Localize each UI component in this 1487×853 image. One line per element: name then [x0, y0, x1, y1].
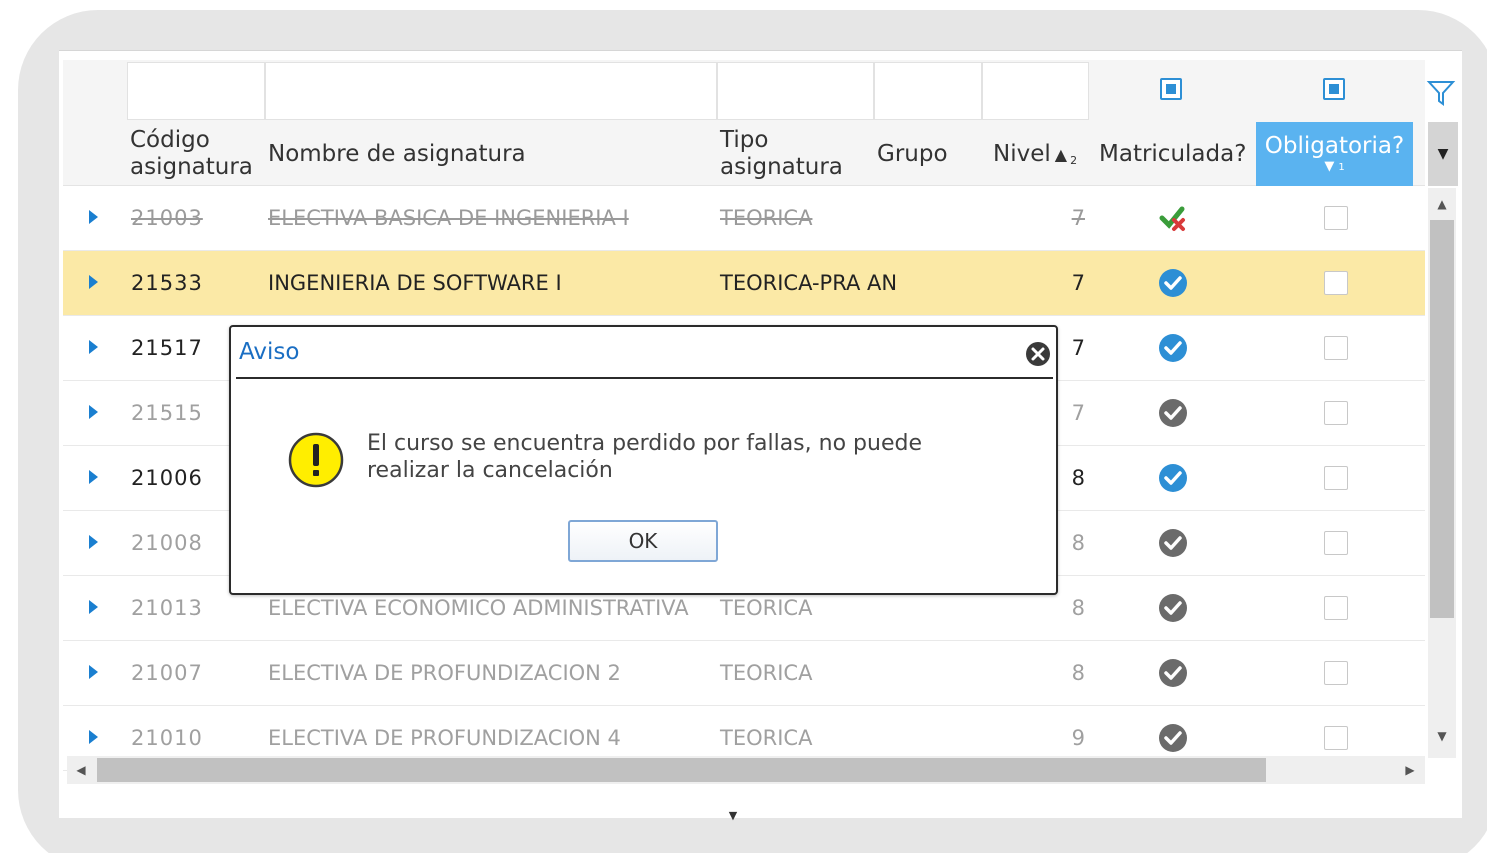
check-blue-icon: [1159, 269, 1187, 297]
check-gray-icon: [1159, 724, 1187, 752]
check-red-x-icon: [1159, 206, 1185, 231]
filter-grupo[interactable]: [874, 62, 982, 120]
table-row[interactable]: 21533 INGENIERIA DE SOFTWARE I TEORICA-PRA…: [63, 251, 1425, 316]
cell-nivel: 7: [1071, 206, 1085, 230]
filter-nombre[interactable]: [265, 62, 717, 120]
scroll-right-icon[interactable]: ▶: [1396, 756, 1424, 784]
scroll-down-icon[interactable]: ▼: [1428, 722, 1456, 750]
table-row[interactable]: 21007 ELECTIVA DE PROFUNDIZACION 2 TEORICA…: [63, 641, 1425, 706]
cell-codigo: 21007: [131, 661, 203, 685]
expand-row-icon[interactable]: [89, 470, 98, 484]
dialog-message: El curso se encuentra perdido por fallas…: [367, 431, 922, 483]
col-header-tipo[interactable]: Tipo asignatura: [720, 122, 870, 186]
table-row[interactable]: 21003 ELECTIVA BASICA DE INGENIERIA I TEOR…: [63, 186, 1425, 251]
obligatoria-checkbox[interactable]: [1324, 401, 1348, 425]
check-gray-icon: [1159, 594, 1187, 622]
cell-nombre: ELECTIVA BASICA DE INGENIERIA I: [268, 206, 629, 230]
cell-tipo: TEORICA: [720, 661, 813, 685]
obligatoria-checkbox[interactable]: [1324, 596, 1348, 620]
sort-asc-icon: ▲: [1054, 144, 1068, 164]
select-all-matriculada-icon[interactable]: [1160, 78, 1182, 100]
scroll-left-icon[interactable]: ◀: [67, 756, 95, 784]
expand-row-icon[interactable]: [89, 600, 98, 614]
obligatoria-checkbox[interactable]: [1324, 336, 1348, 360]
alert-dialog: Aviso El curso se encuentra perdido por …: [229, 325, 1058, 595]
cell-nombre: ELECTIVA DE PROFUNDIZACION 2: [268, 661, 621, 685]
filter-codigo[interactable]: [127, 62, 265, 120]
scroll-up-icon[interactable]: ▲: [1428, 190, 1456, 218]
dialog-title: Aviso: [239, 339, 300, 365]
cell-codigo: 21003: [131, 206, 203, 230]
col-header-nombre[interactable]: Nombre de asignatura: [268, 122, 708, 186]
expand-row-icon[interactable]: [89, 275, 98, 289]
chevron-down-icon: ▼: [1437, 146, 1449, 162]
dialog-title-divider: [236, 377, 1053, 379]
col-header-nivel[interactable]: Nivel ▲ 2: [993, 122, 1093, 186]
obligatoria-checkbox[interactable]: [1324, 271, 1348, 295]
filter-nivel[interactable]: [982, 62, 1089, 120]
filter-funnel-icon[interactable]: [1426, 78, 1456, 108]
check-gray-icon: [1159, 399, 1187, 427]
obligatoria-checkbox[interactable]: [1324, 206, 1348, 230]
check-blue-icon: [1159, 464, 1187, 492]
expand-row-icon[interactable]: [89, 665, 98, 679]
col-header-matriculada[interactable]: Matriculada?: [1099, 122, 1254, 186]
expand-row-icon[interactable]: [89, 405, 98, 419]
expand-row-icon[interactable]: [89, 730, 98, 744]
obligatoria-checkbox[interactable]: [1324, 531, 1348, 555]
col-header-obligatoria[interactable]: Obligatoria? ▼ 1: [1256, 122, 1413, 186]
check-blue-icon: [1159, 334, 1187, 362]
sort-desc-icon: ▼: [1324, 159, 1335, 174]
cell-codigo: 21533: [131, 271, 203, 295]
ok-button[interactable]: OK: [568, 520, 718, 562]
expand-row-icon[interactable]: [89, 535, 98, 549]
cell-nivel: 8: [1071, 661, 1085, 685]
cell-tipo: TEORICA-PRA AN: [720, 271, 898, 295]
cell-nivel: 7: [1071, 271, 1085, 295]
col-header-grupo[interactable]: Grupo: [877, 122, 977, 186]
obligatoria-checkbox[interactable]: [1324, 466, 1348, 490]
filter-tipo[interactable]: [717, 62, 874, 120]
check-gray-icon: [1159, 529, 1187, 557]
check-gray-icon: [1159, 659, 1187, 687]
expand-row-icon[interactable]: [89, 210, 98, 224]
cell-tipo: TEORICA: [720, 206, 813, 230]
close-icon[interactable]: [1024, 340, 1052, 368]
col-header-codigo[interactable]: Código asignatura: [130, 122, 265, 186]
obligatoria-checkbox[interactable]: [1324, 661, 1348, 685]
cell-nombre: INGENIERIA DE SOFTWARE I: [268, 271, 562, 295]
expand-row-icon[interactable]: [89, 340, 98, 354]
warning-icon: [288, 432, 344, 488]
panel-collapse-icon[interactable]: ▼: [700, 808, 766, 822]
column-menu-button[interactable]: ▼: [1428, 122, 1458, 186]
select-all-obligatoria-icon[interactable]: [1323, 78, 1345, 100]
vertical-scroll-thumb[interactable]: [1430, 220, 1454, 618]
horizontal-scroll-thumb[interactable]: [97, 758, 1266, 782]
obligatoria-checkbox[interactable]: [1324, 726, 1348, 750]
